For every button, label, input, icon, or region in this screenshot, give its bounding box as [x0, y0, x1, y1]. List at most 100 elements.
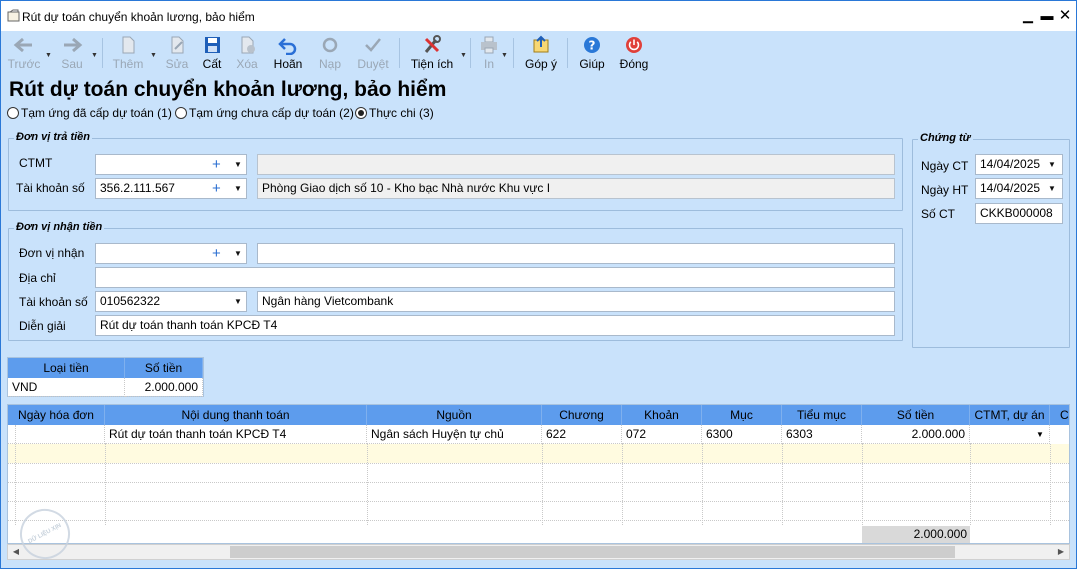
total-amount: 2.000.000	[862, 526, 970, 543]
receiver-account-combo[interactable]: 010562322 ▼	[95, 291, 247, 312]
new-document-icon	[122, 36, 135, 54]
edit-button[interactable]: Sửa	[161, 34, 193, 72]
column-header[interactable]: Ngày hóa đơn	[8, 405, 105, 425]
close-button[interactable]: Đóng	[615, 34, 653, 72]
next-button[interactable]: Sau	[54, 34, 90, 72]
chevron-down-icon[interactable]: ▼	[234, 244, 242, 263]
table-cell[interactable]: 6300	[702, 425, 782, 444]
column-header[interactable]: Nguồn	[367, 405, 542, 425]
column-header[interactable]: Loại tiền	[8, 358, 125, 378]
table-cell[interactable]: 2.000.000	[125, 378, 203, 397]
toolbar-separator	[513, 38, 514, 68]
print-dropdown-icon[interactable]: ▼	[501, 52, 508, 59]
column-header[interactable]: C	[1050, 405, 1069, 425]
toolbar-separator	[567, 38, 568, 68]
scroll-right-icon[interactable]: ▶	[1053, 545, 1069, 559]
date-ct-picker[interactable]: 14/04/2025 ▼	[975, 154, 1063, 175]
back-dropdown-icon[interactable]: ▼	[45, 52, 52, 59]
payer-legend: Đơn vị trả tiền	[14, 131, 93, 143]
table-cell[interactable]: Rút dự toán thanh toán KPCĐ T4	[105, 425, 367, 444]
undo-button[interactable]: Hoãn	[269, 34, 307, 72]
column-header[interactable]: Chương	[542, 405, 622, 425]
receiver-bank-field[interactable]: Ngân hàng Vietcombank	[257, 291, 895, 312]
svg-text:?: ?	[589, 39, 596, 53]
address-field[interactable]	[95, 267, 895, 288]
table-cell[interactable]	[8, 425, 105, 444]
payer-account-label: Tài khoản số	[16, 181, 85, 195]
column-header[interactable]: Khoản	[622, 405, 702, 425]
new-row[interactable]	[8, 444, 1069, 463]
window-title: Rút dự toán chuyển khoản lương, bảo hiểm	[22, 10, 255, 24]
printer-icon	[481, 36, 497, 54]
table-cell[interactable]: 622	[542, 425, 622, 444]
column-header[interactable]: Số tiền	[862, 405, 970, 425]
utilities-dropdown-icon[interactable]: ▼	[460, 52, 467, 59]
save-disk-icon	[205, 37, 220, 53]
utilities-button[interactable]: Tiện ích	[407, 34, 457, 72]
date-ct-label: Ngày CT	[921, 159, 969, 173]
ctmt-combo[interactable]: + ▼	[95, 154, 247, 175]
plus-icon[interactable]: +	[212, 155, 221, 174]
chevron-down-icon[interactable]: ▼	[234, 179, 242, 198]
table-cell[interactable]: VND	[8, 378, 125, 397]
add-dropdown-icon[interactable]: ▼	[150, 52, 157, 59]
table-cell[interactable]: Ngân sách Huyện tự chủ	[367, 425, 542, 444]
address-label: Địa chỉ	[19, 271, 56, 285]
save-button[interactable]: Cất	[197, 34, 227, 72]
note-field[interactable]: Rút dự toán thanh toán KPCĐ T4	[95, 315, 895, 336]
plus-icon[interactable]: +	[212, 179, 221, 198]
column-header[interactable]: Số tiền	[125, 358, 203, 378]
column-header[interactable]: CTMT, dự án	[970, 405, 1050, 425]
table-cell[interactable]: ▼	[970, 425, 1050, 444]
delete-button[interactable]: Xóa	[231, 34, 263, 72]
payer-account-combo[interactable]: 356.2.111.567 + ▼	[95, 178, 247, 199]
toolbar-separator	[102, 38, 103, 68]
voucher-no-field[interactable]: CKKB000008	[975, 203, 1063, 224]
table-cell[interactable]: 072	[622, 425, 702, 444]
app-icon	[7, 9, 20, 22]
next-dropdown-icon[interactable]: ▼	[91, 52, 98, 59]
reload-button[interactable]: Nạp	[313, 34, 347, 72]
help-button[interactable]: ? Giúp	[575, 34, 609, 72]
chevron-down-icon[interactable]: ▼	[234, 155, 242, 174]
table-cell[interactable]: 2.000.000	[862, 425, 970, 444]
toolbar: Trước ▼ Sau ▼ Thêm ▼ Sửa Cất Xóa Hoãn Nạ…	[1, 32, 1076, 74]
voucher-no-label: Số CT	[921, 207, 956, 221]
chevron-down-icon[interactable]: ▼	[1048, 155, 1056, 174]
receiver-unit-combo[interactable]: + ▼	[95, 243, 247, 264]
print-button[interactable]: In	[476, 34, 502, 72]
horizontal-scrollbar[interactable]: ◀ ▶	[7, 544, 1070, 560]
receiver-unit-description[interactable]	[257, 243, 895, 264]
back-button[interactable]: Trước	[5, 34, 43, 72]
approve-button[interactable]: Duyệt	[353, 34, 393, 72]
payer-account-description: Phòng Giao dịch số 10 - Kho bạc Nhà nước…	[257, 178, 895, 199]
table-cell[interactable]: 6303	[782, 425, 862, 444]
delete-document-icon	[241, 36, 255, 54]
radio-advance-unallocated[interactable]: Tạm ứng chưa cấp dự toán (2)	[175, 106, 354, 120]
radio-circle-icon	[7, 107, 19, 119]
toolbar-separator	[399, 38, 400, 68]
ctmt-description	[257, 154, 895, 175]
feedback-button[interactable]: Góp ý	[521, 34, 561, 72]
undo-arrow-icon	[278, 38, 297, 55]
close-icon[interactable]: ✕	[1056, 7, 1074, 25]
column-header[interactable]: Nội dung thanh toán	[105, 405, 367, 425]
chevron-down-icon[interactable]: ▼	[234, 292, 242, 311]
scroll-left-icon[interactable]: ◀	[8, 545, 24, 559]
arrow-right-icon	[64, 37, 83, 53]
toolbar-separator	[470, 38, 471, 68]
column-header[interactable]: Mục	[702, 405, 782, 425]
maximize-icon[interactable]: ▬	[1038, 7, 1056, 25]
scroll-thumb[interactable]	[230, 546, 955, 558]
arrow-left-icon	[13, 37, 32, 53]
add-button[interactable]: Thêm	[109, 34, 147, 72]
minimize-icon[interactable]: ▁	[1019, 7, 1037, 25]
chevron-down-icon[interactable]: ▼	[1036, 425, 1044, 443]
note-label: Diễn giải	[19, 319, 66, 333]
radio-actual-spend[interactable]: Thực chi (3)	[355, 106, 434, 120]
plus-icon[interactable]: +	[212, 244, 221, 263]
column-header[interactable]: Tiểu mục	[782, 405, 862, 425]
radio-advance-allocated[interactable]: Tạm ứng đã cấp dự toán (1)	[7, 106, 172, 120]
date-ht-picker[interactable]: 14/04/2025 ▼	[975, 178, 1063, 199]
chevron-down-icon[interactable]: ▼	[1048, 179, 1056, 198]
